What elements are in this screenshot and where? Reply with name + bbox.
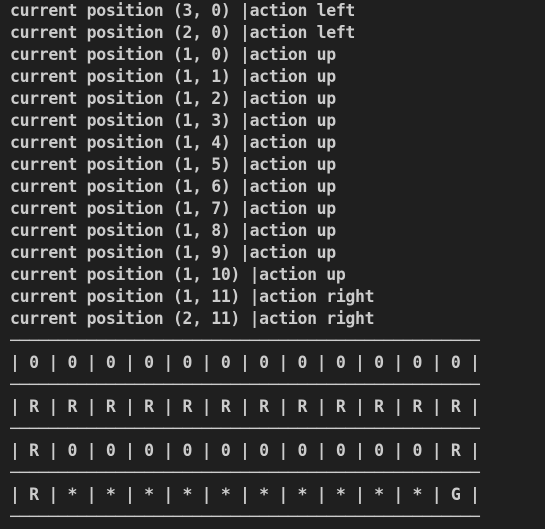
log-line: current position (1, 8) |action up xyxy=(10,221,336,240)
log-line: current position (2, 11) |action right xyxy=(10,309,375,328)
log-line: current position (1, 0) |action up xyxy=(10,45,336,64)
log-line: current position (1, 4) |action up xyxy=(10,133,336,152)
log-line: current position (1, 3) |action up xyxy=(10,111,336,130)
log-line: current position (1, 11) |action right xyxy=(10,287,375,306)
grid-row: | 0 | 0 | 0 | 0 | 0 | 0 | 0 | 0 | 0 | 0 … xyxy=(10,353,480,372)
grid-border: ────────────────────────────────────────… xyxy=(10,375,480,394)
log-line: current position (1, 2) |action up xyxy=(10,89,336,108)
log-line: current position (2, 0) |action left xyxy=(10,23,356,42)
grid-row: | R | 0 | 0 | 0 | 0 | 0 | 0 | 0 | 0 | 0 … xyxy=(10,441,480,460)
log-line: current position (1, 5) |action up xyxy=(10,155,336,174)
log-line: current position (1, 7) |action up xyxy=(10,199,336,218)
log-line: current position (1, 10) |action up xyxy=(10,265,346,284)
log-line: current position (3, 0) |action left xyxy=(10,1,356,20)
log-line: current position (1, 9) |action up xyxy=(10,243,336,262)
grid-border: ────────────────────────────────────────… xyxy=(10,463,480,482)
grid-border: ────────────────────────────────────────… xyxy=(10,419,480,438)
terminal-output[interactable]: current position (3, 0) |action left cur… xyxy=(0,0,545,529)
log-line: current position (1, 6) |action up xyxy=(10,177,336,196)
grid-row: | R | R | R | R | R | R | R | R | R | R … xyxy=(10,397,480,416)
grid-border: ────────────────────────────────────────… xyxy=(10,331,480,350)
log-line: current position (1, 1) |action up xyxy=(10,67,336,86)
grid-border: ────────────────────────────────────────… xyxy=(10,507,480,526)
grid-row: | R | * | * | * | * | * | * | * | * | * … xyxy=(10,485,480,504)
